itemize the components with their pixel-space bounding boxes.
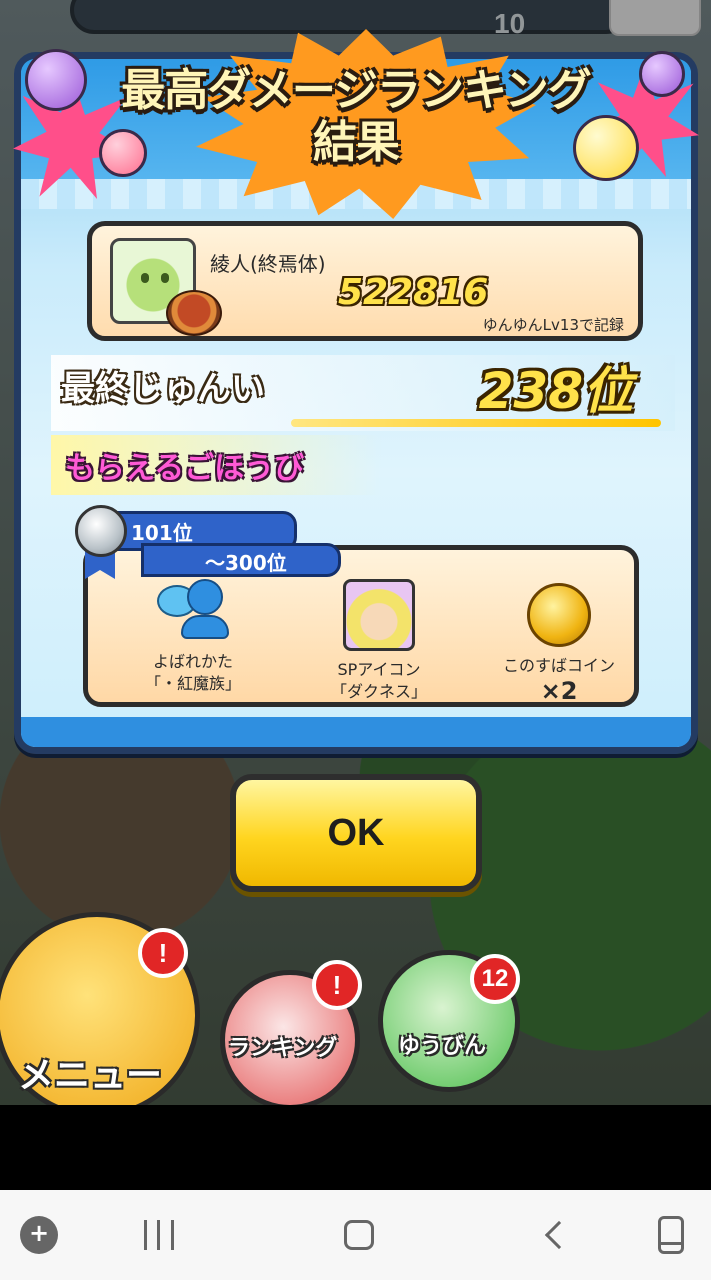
ranking-alert-badge: ! bbox=[312, 960, 362, 1010]
reward-label-line1: このすばコイン bbox=[502, 656, 615, 675]
coin-icon bbox=[527, 583, 591, 647]
home-icon bbox=[344, 1220, 374, 1250]
recents-button[interactable] bbox=[134, 1210, 184, 1260]
character-portrait-icon bbox=[343, 579, 415, 651]
record-note: ゆんゆんLv13で記録 bbox=[482, 316, 624, 334]
damage-score: 522816 bbox=[338, 272, 489, 313]
reward-item-sp-icon: SPアイコン 「ダクネス」 bbox=[289, 579, 469, 703]
system-navigation-bar bbox=[0, 1190, 711, 1280]
device-button[interactable] bbox=[646, 1210, 696, 1260]
chat-person-icon bbox=[157, 579, 229, 643]
ranking-button-label: ランキング bbox=[228, 1036, 338, 1061]
ranking-result-dialog: 最高ダメージランキング 結果 綾人(終焉体) 522816 ゆんゆんLv13で記… bbox=[13, 29, 699, 754]
reward-item-coin: このすばコイン ×2 bbox=[469, 579, 649, 705]
final-rank-value: 238位 bbox=[478, 362, 633, 420]
person-head-shape bbox=[187, 579, 223, 615]
menu-alert-badge: ! bbox=[138, 928, 188, 978]
reward-label-line2: 「ダクネス」 bbox=[330, 682, 427, 701]
reward-label: よばれかた 「・紅魔族」 bbox=[103, 651, 283, 695]
boss-form-badge-icon bbox=[166, 290, 222, 336]
dialog-title-line1: 最高ダメージランキング bbox=[121, 65, 591, 116]
silver-medal-icon bbox=[75, 505, 127, 557]
tier-range-to: ～300位 bbox=[205, 551, 287, 575]
recents-icon bbox=[144, 1220, 174, 1250]
reward-item-title: よばれかた 「・紅魔族」 bbox=[103, 579, 283, 695]
avatar-eye-right bbox=[161, 273, 169, 283]
damage-record-card: 綾人(終焉体) 522816 ゆんゆんLv13で記録 bbox=[87, 221, 643, 341]
final-rank-label: 最終じゅんい bbox=[61, 369, 265, 409]
dialog-bottom-band bbox=[21, 717, 691, 747]
avatar-eye-left bbox=[141, 273, 149, 283]
game-tools-button[interactable] bbox=[14, 1210, 64, 1260]
reward-label-line1: よばれかた bbox=[152, 652, 233, 671]
back-button[interactable] bbox=[534, 1210, 584, 1260]
reward-quantity: ×2 bbox=[540, 677, 578, 705]
reward-label: SPアイコン 「ダクネス」 bbox=[289, 659, 469, 703]
dialog-title: 最高ダメージランキング 結果 bbox=[21, 65, 691, 169]
back-chevron-icon bbox=[544, 1220, 574, 1250]
person-body-shape bbox=[181, 615, 229, 639]
reward-label-line1: SPアイコン bbox=[337, 660, 421, 679]
mail-button-label: ゆうびん bbox=[398, 1034, 487, 1059]
home-button[interactable] bbox=[334, 1210, 384, 1260]
phone-icon bbox=[658, 1216, 684, 1254]
reward-label: このすばコイン bbox=[469, 655, 649, 677]
tier-range-from: 101位 bbox=[131, 521, 193, 545]
menu-button-label: メニュー bbox=[18, 1055, 163, 1096]
letterbox-band bbox=[0, 1105, 711, 1190]
ok-button[interactable]: OK bbox=[230, 774, 482, 892]
reward-label-line2: 「・紅魔族」 bbox=[144, 674, 241, 693]
game-tools-icon bbox=[20, 1216, 58, 1254]
boss-name: 綾人(終焉体) bbox=[210, 252, 326, 276]
dialog-title-line2: 結果 bbox=[313, 117, 400, 168]
reward-heading: もらえるごほうび bbox=[65, 451, 305, 486]
mail-count-badge: 12 bbox=[470, 954, 520, 1004]
